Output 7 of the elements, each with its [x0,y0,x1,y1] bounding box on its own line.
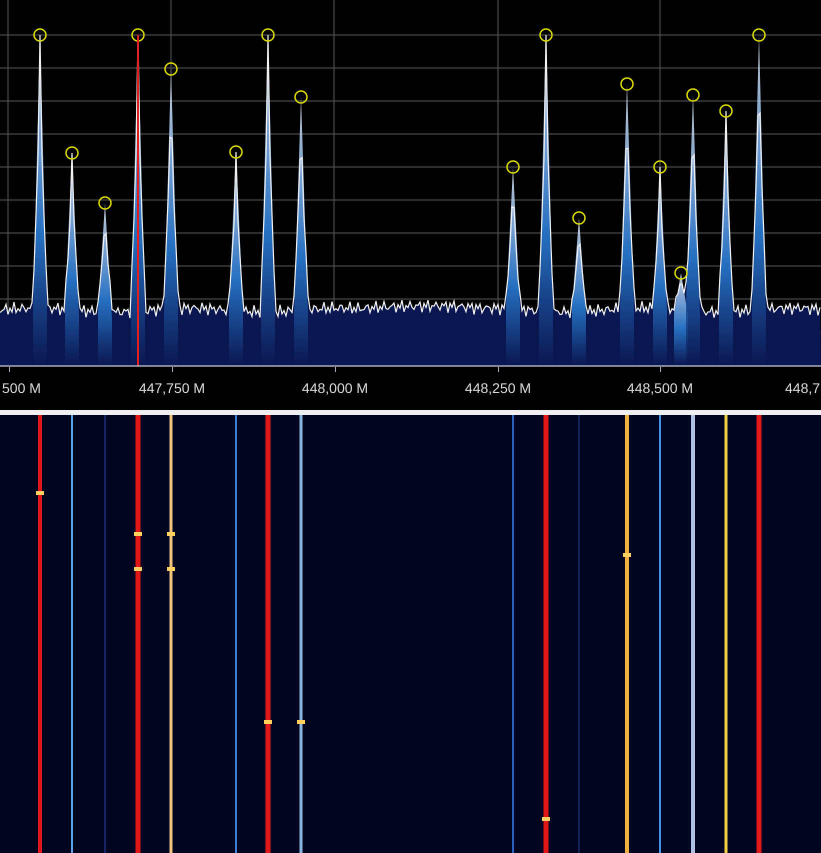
frequency-label: 448,500 M [626,380,694,396]
frequency-label: 448,000 M [302,380,368,396]
frequency-label: 448,250 M [464,380,532,396]
frequency-label: 447,750 M [138,380,206,396]
tuning-line[interactable] [137,35,139,366]
frequency-label: 448,7 [785,380,820,396]
frequency-label: 500 M [2,380,41,396]
